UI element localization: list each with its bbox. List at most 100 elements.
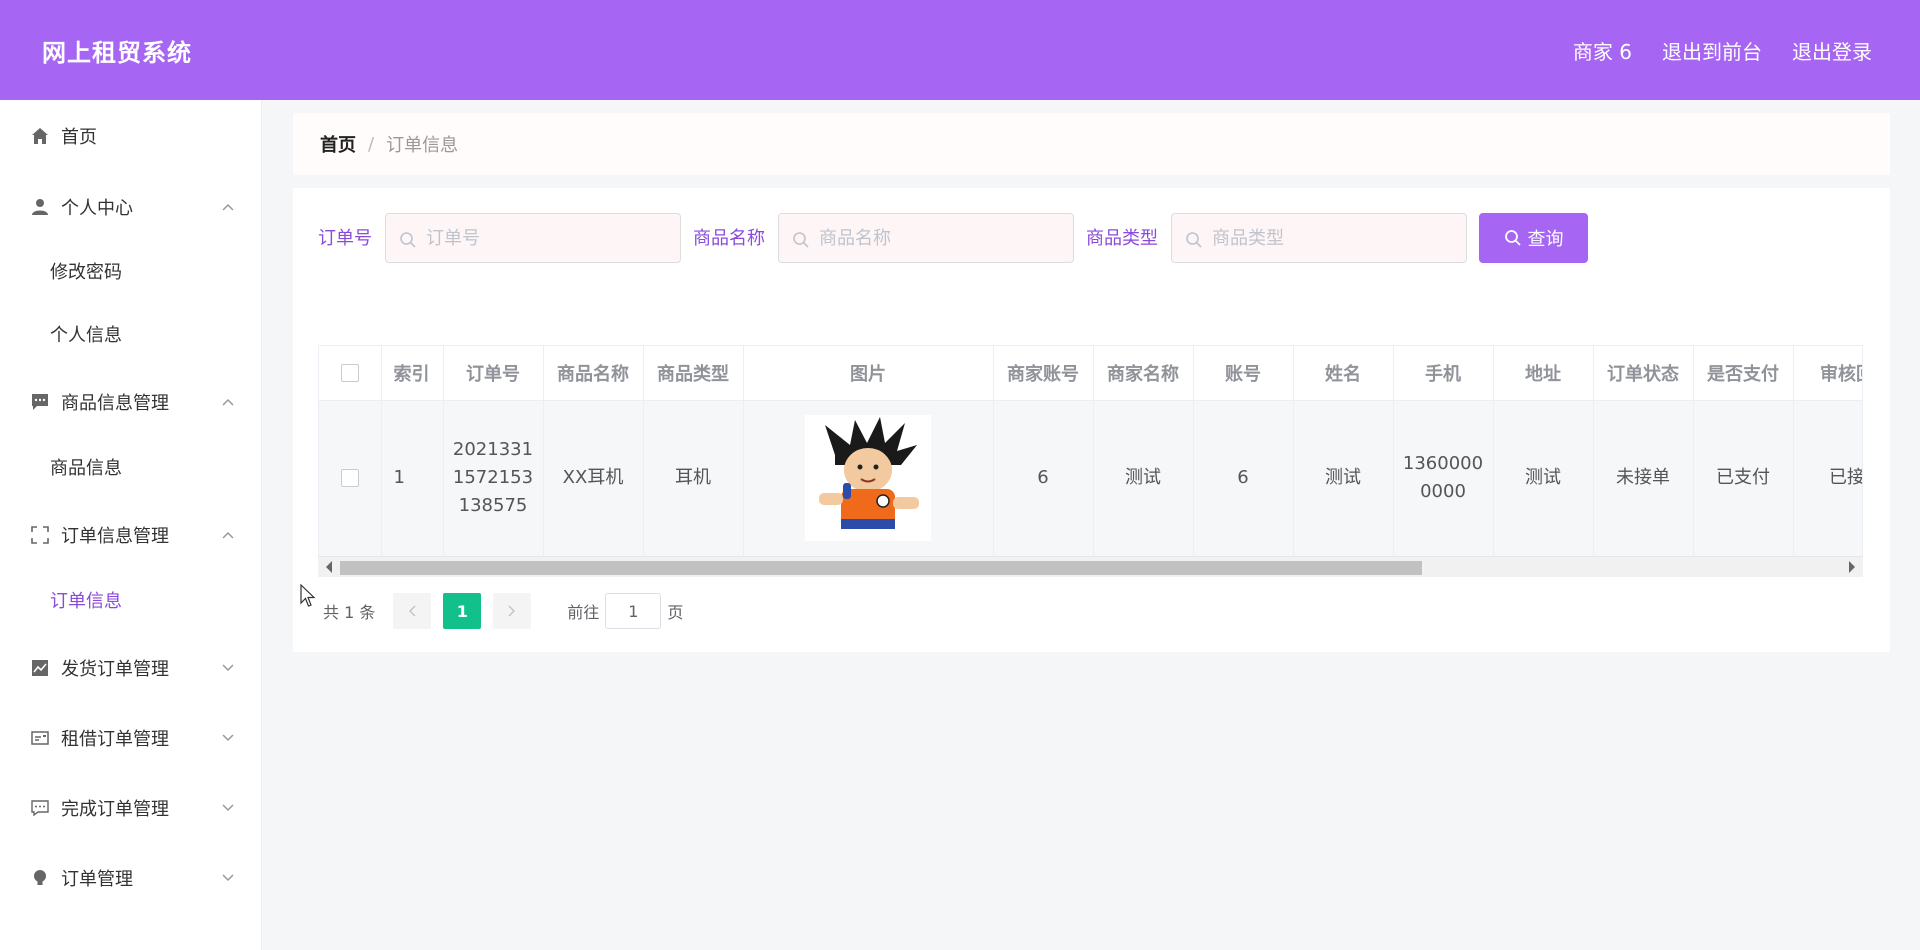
home-icon: [30, 126, 50, 146]
column-header: 是否支付: [1693, 346, 1794, 401]
cell-paid: 已支付: [1693, 400, 1794, 556]
merchant-account-link[interactable]: 商家 6: [1573, 36, 1632, 65]
column-header: 商家账号: [993, 346, 1094, 401]
column-header: 商品名称: [543, 346, 644, 401]
column-header: 订单号: [443, 346, 544, 401]
column-header: 手机: [1393, 346, 1494, 401]
brand-title: 网上租贸系统: [42, 38, 192, 67]
sidebar-item-label: 订单信息管理: [61, 526, 169, 547]
query-button-label: 查询: [1527, 229, 1564, 250]
cell-review-reply: 已接单: [1793, 400, 1862, 556]
cell-order-no: 20213311572153138575: [443, 400, 544, 556]
column-header: 订单状态: [1593, 346, 1694, 401]
chevron-down-icon: [221, 731, 235, 745]
chevron-down-icon: [221, 801, 235, 815]
scroll-right-arrow-icon[interactable]: [1849, 561, 1855, 573]
sidebar-item-home[interactable]: 首页: [0, 123, 261, 149]
sidebar-item-label: 首页: [61, 127, 97, 148]
query-button[interactable]: 查询: [1479, 213, 1588, 263]
exit-to-frontend-link[interactable]: 退出到前台: [1662, 36, 1762, 65]
column-header: 审核回复: [1793, 346, 1862, 401]
goods-name-label: 商品名称: [693, 228, 765, 249]
select-all-cell: [319, 346, 382, 401]
pagination-total: 共 1 条: [323, 603, 376, 622]
row-select-cell: [319, 400, 382, 556]
goto-suffix: 页: [667, 603, 684, 622]
cell-index: 1: [381, 400, 444, 556]
pagination-goto: 前往 页: [567, 593, 683, 629]
column-header: 账号: [1193, 346, 1294, 401]
table-header-row: 索引 订单号 商品名称 商品类型 图片 商家账号 商家名称 账号 姓名 手机 地…: [319, 346, 1862, 401]
chat-icon: [30, 798, 50, 818]
card-icon: [30, 728, 50, 748]
sidebar: 首页 个人中心 修改密码 个人信息 商品信息管理 商品信息 订单信息管理 订单信…: [0, 100, 262, 950]
pagination: 共 1 条 1 前往 页: [323, 593, 683, 629]
horizontal-scrollbar[interactable]: [318, 556, 1863, 577]
prev-page-button[interactable]: [393, 593, 432, 629]
next-page-button[interactable]: [493, 593, 532, 629]
chevron-up-icon: [221, 395, 235, 409]
scroll-left-arrow-icon[interactable]: [326, 561, 332, 573]
order-table: 索引 订单号 商品名称 商品类型 图片 商家账号 商家名称 账号 姓名 手机 地…: [318, 345, 1863, 577]
order-no-input[interactable]: [385, 213, 681, 263]
user-icon: [30, 197, 50, 217]
message-icon: [30, 392, 50, 412]
breadcrumb-separator: /: [368, 133, 375, 155]
mouse-pointer-icon: [300, 584, 316, 607]
breadcrumb-home[interactable]: 首页: [320, 131, 356, 157]
sidebar-subitem-change-password[interactable]: 修改密码: [50, 258, 122, 284]
column-header: 商家名称: [1093, 346, 1194, 401]
cell-address: 测试: [1493, 400, 1594, 556]
sidebar-subitem-personal-info[interactable]: 个人信息: [50, 321, 122, 347]
top-header: 网上租贸系统 商家 6 退出到前台 退出登录: [0, 0, 1920, 100]
search-icon: [1504, 230, 1521, 246]
sidebar-item-order-management[interactable]: 订单管理: [0, 865, 261, 891]
sidebar-item-label: 个人中心: [61, 198, 133, 219]
sidebar-item-order-info-management[interactable]: 订单信息管理: [0, 522, 261, 548]
breadcrumb-current: 订单信息: [386, 135, 459, 156]
cell-merchant-name: 测试: [1093, 400, 1194, 556]
cell-phone: 13600000000: [1393, 400, 1494, 556]
sidebar-item-label: 发货订单管理: [61, 659, 169, 680]
fullscreen-icon: [30, 525, 50, 545]
sidebar-item-rent-order-management[interactable]: 租借订单管理: [0, 725, 261, 751]
goto-prefix: 前往: [567, 603, 600, 622]
select-all-checkbox[interactable]: [340, 364, 359, 383]
sidebar-item-goods-management[interactable]: 商品信息管理: [0, 389, 261, 415]
cell-order-status: 未接单: [1593, 400, 1694, 556]
goods-type-input[interactable]: [1171, 213, 1467, 263]
sidebar-subitem-goods-info[interactable]: 商品信息: [50, 454, 122, 480]
order-no-label: 订单号: [318, 228, 372, 249]
sidebar-item-complete-order-management[interactable]: 完成订单管理: [0, 795, 261, 821]
sidebar-item-label: 完成订单管理: [61, 799, 169, 820]
scrollbar-thumb[interactable]: [340, 561, 1422, 575]
chart-icon: [30, 658, 50, 678]
column-header: 商品类型: [643, 346, 744, 401]
logout-link[interactable]: 退出登录: [1792, 36, 1872, 65]
chevron-down-icon: [221, 871, 235, 885]
sidebar-item-label: 商品信息管理: [61, 393, 169, 414]
column-header: 地址: [1493, 346, 1594, 401]
sidebar-item-personal-center[interactable]: 个人中心: [0, 194, 261, 220]
column-header: 姓名: [1293, 346, 1394, 401]
sidebar-item-label: 订单管理: [61, 869, 133, 890]
sidebar-subitem-order-info[interactable]: 订单信息: [50, 587, 122, 613]
column-header: 索引: [381, 346, 444, 401]
cell-goods-type: 耳机: [643, 400, 744, 556]
cell-goods-name: XX耳机: [543, 400, 644, 556]
sidebar-item-ship-order-management[interactable]: 发货订单管理: [0, 655, 261, 681]
page-number-button[interactable]: 1: [443, 593, 482, 629]
cell-account: 6: [1193, 400, 1294, 556]
chevron-down-icon: [221, 661, 235, 675]
goods-image[interactable]: [805, 415, 931, 542]
goods-name-input[interactable]: [778, 213, 1074, 263]
cell-name: 测试: [1293, 400, 1394, 556]
chevron-left-icon: [409, 605, 416, 617]
lightbulb-icon: [30, 868, 50, 888]
chevron-right-icon: [508, 605, 516, 617]
row-checkbox[interactable]: [340, 469, 359, 488]
goto-page-input[interactable]: [605, 593, 662, 629]
sidebar-item-label: 租借订单管理: [61, 729, 169, 750]
column-header: 图片: [743, 346, 994, 401]
cell-image: [743, 400, 994, 556]
